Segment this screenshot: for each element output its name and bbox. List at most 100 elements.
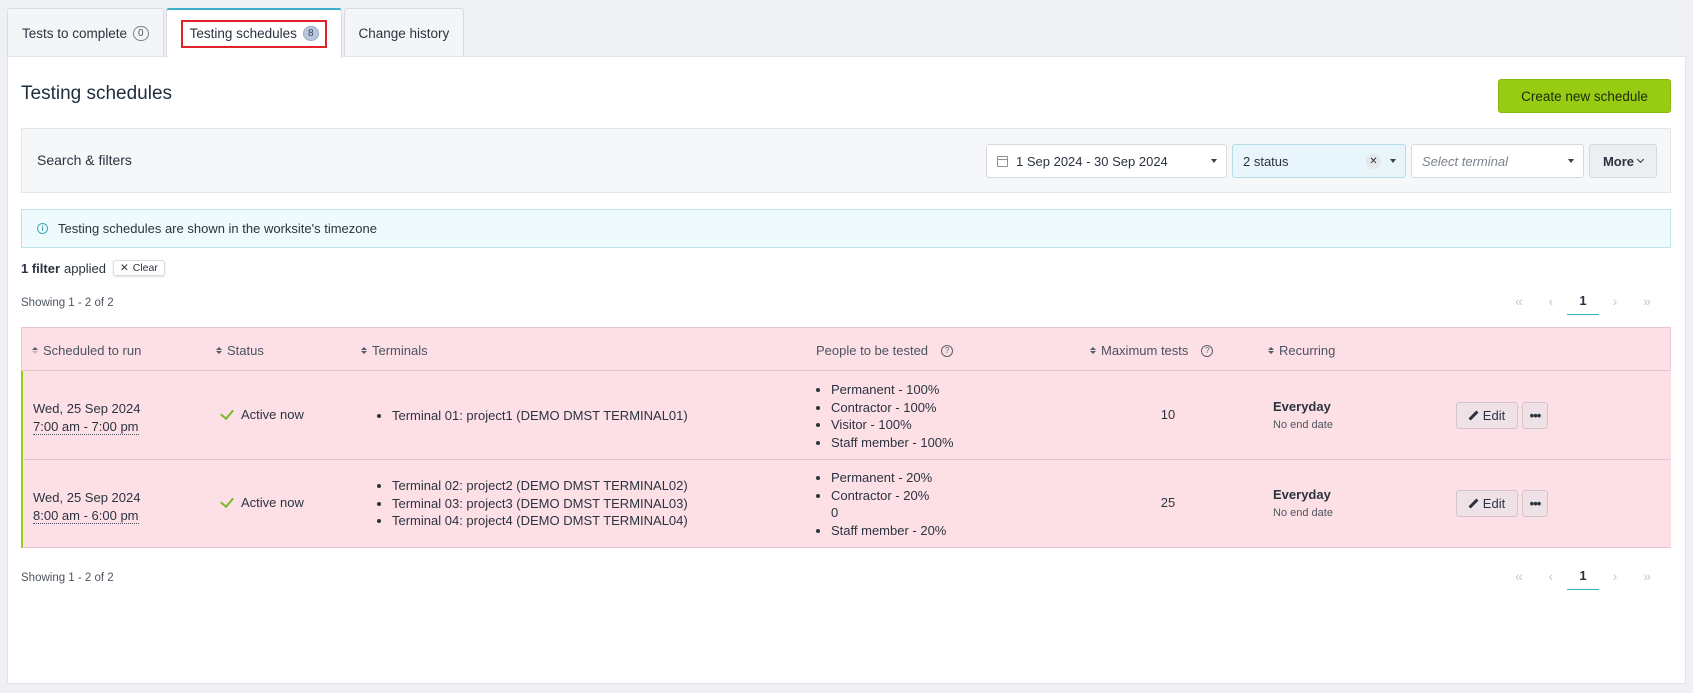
recurring-cell: Everyday No end date [1273, 486, 1333, 522]
status-value: 2 status [1243, 153, 1289, 169]
sort-icon [216, 347, 222, 354]
tab-tests-to-complete[interactable]: Tests to complete 0 [7, 8, 164, 57]
create-new-schedule-button[interactable]: Create new schedule [1498, 79, 1671, 113]
timezone-notice: i Testing schedules are shown in the wor… [21, 209, 1671, 248]
terminal-select[interactable]: Select terminal [1411, 144, 1584, 178]
page-current[interactable]: 1 [1567, 562, 1599, 590]
scheduled-time: 7:00 am - 7:00 pm [33, 419, 139, 435]
schedules-table: Scheduled to run Status Terminals People… [21, 327, 1671, 548]
info-icon: i [37, 223, 48, 234]
tab-label: Change history [358, 25, 450, 41]
clear-filters-button[interactable]: ✕ Clear [112, 260, 165, 276]
first-page-icon[interactable]: « [1503, 293, 1535, 309]
edit-button[interactable]: Edit [1456, 402, 1518, 429]
pencil-icon [1469, 411, 1478, 420]
scheduled-date: Wed, 25 Sep 2024 [33, 490, 141, 505]
terminals-list: Terminal 01: project1 (DEMO DMST TERMINA… [378, 407, 688, 425]
max-tests-value: 25 [1160, 495, 1176, 510]
date-range-select[interactable]: 1 Sep 2024 - 30 Sep 2024 [986, 144, 1227, 178]
pagination-top: « ‹ 1 › » [1503, 287, 1663, 315]
tab-bar: Tests to complete 0 Testing schedules 8 … [7, 8, 466, 58]
caret-down-icon [1568, 159, 1574, 163]
more-actions-button[interactable]: ••• [1522, 402, 1548, 429]
terminals-list: Terminal 02: project2 (DEMO DMST TERMINA… [378, 477, 688, 530]
scheduled-cell: Wed, 25 Sep 2024 8:00 am - 6:00 pm [33, 489, 140, 525]
people-item: Staff member - 20% [831, 522, 946, 540]
recurring-cell: Everyday No end date [1273, 398, 1333, 434]
help-icon[interactable]: ? [1201, 344, 1214, 357]
col-people-to-be-tested: People to be tested ? [816, 343, 954, 358]
people-list: Permanent - 20% Contractor - 20% 0 Staff… [817, 469, 946, 539]
table-header: Scheduled to run Status Terminals People… [21, 327, 1671, 371]
pencil-icon [1469, 499, 1478, 508]
chevron-down-icon [1636, 155, 1645, 164]
end-date-value: No end date [1273, 419, 1333, 431]
more-actions-button[interactable]: ••• [1522, 490, 1548, 517]
people-item: Visitor - 100% [831, 416, 954, 434]
col-maximum-tests[interactable]: Maximum tests ? [1090, 343, 1214, 358]
col-scheduled-to-run[interactable]: Scheduled to run [32, 343, 141, 358]
people-item: Permanent - 100% [831, 381, 954, 399]
last-page-icon[interactable]: » [1631, 568, 1663, 584]
sort-icon [1268, 347, 1274, 354]
status-text: Active now [241, 495, 304, 510]
next-page-icon[interactable]: › [1599, 568, 1631, 584]
notice-text: Testing schedules are shown in the works… [58, 221, 377, 236]
showing-count-bottom: Showing 1 - 2 of 2 [21, 572, 114, 584]
col-label: Status [227, 343, 264, 358]
sort-icon [361, 347, 367, 354]
tab-change-history[interactable]: Change history [343, 8, 465, 57]
table-row: Wed, 25 Sep 2024 8:00 am - 6:00 pm Activ… [21, 460, 1671, 548]
people-item: Contractor - 100% [831, 399, 954, 417]
people-item: Permanent - 20% [831, 469, 946, 487]
recurring-value: Everyday [1273, 487, 1331, 502]
people-list: Permanent - 100% Contractor - 100% Visit… [817, 381, 954, 451]
check-icon [220, 405, 234, 420]
col-terminals[interactable]: Terminals [361, 343, 428, 358]
col-label: Scheduled to run [43, 343, 142, 358]
max-tests-value: 10 [1160, 407, 1176, 422]
status-select[interactable]: 2 status ✕ [1232, 144, 1406, 178]
date-range-value: 1 Sep 2024 - 30 Sep 2024 [1016, 153, 1168, 169]
more-label: More [1602, 153, 1635, 169]
applied-filters: 1 filter applied ✕ Clear [21, 260, 165, 276]
col-label: People to be tested [816, 343, 929, 358]
applied-count: 1 filter [21, 260, 61, 276]
terminal-item: Terminal 03: project3 (DEMO DMST TERMINA… [392, 495, 688, 513]
filters-label: Search & filters [37, 152, 132, 168]
tab-count-badge: 0 [133, 25, 149, 41]
col-recurring[interactable]: Recurring [1268, 343, 1335, 358]
scheduled-cell: Wed, 25 Sep 2024 7:00 am - 7:00 pm [33, 400, 140, 436]
page-title: Testing schedules [21, 83, 173, 104]
people-item: Contractor - 20% [831, 487, 946, 505]
caret-down-icon [1390, 159, 1396, 163]
close-icon: ✕ [119, 262, 129, 274]
help-icon[interactable]: ? [941, 344, 954, 357]
clear-status-icon[interactable]: ✕ [1366, 154, 1381, 169]
terminal-item: Terminal 04: project4 (DEMO DMST TERMINA… [392, 512, 688, 530]
edit-button[interactable]: Edit [1456, 490, 1518, 517]
prev-page-icon[interactable]: ‹ [1535, 568, 1567, 584]
terminal-item: Terminal 01: project1 (DEMO DMST TERMINA… [392, 407, 688, 425]
search-filters-panel: Search & filters 1 Sep 2024 - 30 Sep 202… [21, 128, 1671, 193]
next-page-icon[interactable]: › [1599, 293, 1631, 309]
tab-testing-schedules[interactable]: Testing schedules 8 [165, 8, 342, 58]
col-label: Maximum tests [1101, 343, 1189, 358]
edit-label: Edit [1482, 496, 1506, 511]
end-date-value: No end date [1273, 507, 1333, 519]
sort-icon [32, 347, 38, 354]
tab-label: Testing schedules [189, 26, 297, 41]
col-status[interactable]: Status [216, 343, 264, 358]
prev-page-icon[interactable]: ‹ [1535, 293, 1567, 309]
last-page-icon[interactable]: » [1631, 293, 1663, 309]
tab-label: Tests to complete [22, 25, 128, 41]
applied-suffix: applied [64, 260, 106, 276]
first-page-icon[interactable]: « [1503, 568, 1535, 584]
pagination-bottom: « ‹ 1 › » [1503, 562, 1663, 590]
clear-label: Clear [132, 262, 158, 274]
terminal-item: Terminal 02: project2 (DEMO DMST TERMINA… [392, 477, 688, 495]
more-filters-button[interactable]: More [1589, 144, 1657, 178]
terminal-placeholder: Select terminal [1422, 153, 1508, 169]
people-item: 0 [831, 505, 839, 520]
page-current[interactable]: 1 [1567, 287, 1599, 315]
